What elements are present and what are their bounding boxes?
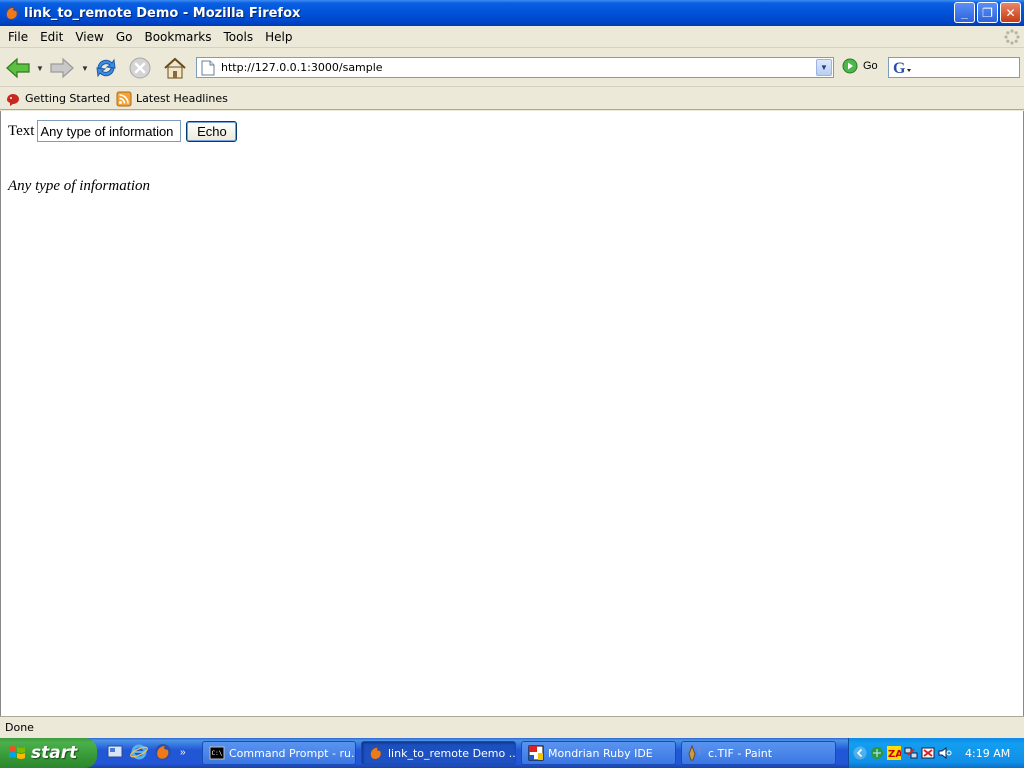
window-title: link_to_remote Demo - Mozilla Firefox [24,5,301,21]
task-command-prompt[interactable]: C:\ Command Prompt - ru... [202,741,356,765]
firefox-icon [369,746,383,760]
back-button[interactable] [3,53,33,83]
paint-icon [688,745,701,761]
menu-view[interactable]: View [69,30,109,44]
menu-edit[interactable]: Edit [34,30,69,44]
command-prompt-icon: C:\ [209,746,225,760]
task-firefox[interactable]: link_to_remote Demo ... [361,741,516,765]
zonealarm-icon[interactable]: ZA [887,746,901,760]
quick-launch: » [106,743,186,761]
search-box[interactable]: G [888,57,1020,78]
quicklaunch-more-button[interactable]: » [180,747,186,758]
go-button[interactable]: Go [842,58,878,74]
bookmark-label: Getting Started [25,92,111,105]
network-tray-icon[interactable] [870,746,884,760]
window-titlebar[interactable]: link_to_remote Demo - Mozilla Firefox _ … [0,0,1024,26]
firefox-icon [5,6,19,20]
bookmark-latest-headlines[interactable]: Latest Headlines [116,91,228,107]
security-center-icon[interactable] [921,746,935,760]
task-label: c.TIF - Paint [708,746,773,760]
minimize-button[interactable]: _ [954,2,975,23]
svg-text:ZA: ZA [888,749,901,760]
url-bar[interactable]: http://127.0.0.1:3000/sample ▼ [196,57,834,78]
forward-arrow-icon [50,57,74,79]
show-hidden-icons-button[interactable] [853,746,867,760]
home-icon [164,57,186,79]
go-arrow-icon [842,58,858,74]
windows-flag-icon [9,746,25,759]
bookmarks-toolbar: Getting Started Latest Headlines [0,88,1024,110]
menu-help[interactable]: Help [259,30,298,44]
network-connection-icon[interactable] [904,746,918,760]
windows-taskbar: start » C:\ Command Prompt - ru... link_… [0,738,1024,768]
status-bar: Done [0,716,1024,738]
forward-history-dropdown[interactable]: ▼ [81,64,89,73]
rss-feed-icon [116,91,132,106]
echo-button[interactable]: Echo [186,120,238,142]
menu-go[interactable]: Go [110,30,139,44]
firefox-bookmark-icon [7,93,19,106]
echo-result-text: Any type of information [8,178,151,194]
menu-tools[interactable]: Tools [218,30,260,44]
back-history-dropdown[interactable]: ▼ [36,64,44,73]
echo-form: Text Echo [8,120,238,142]
menu-file[interactable]: File [2,30,34,44]
system-tray: ZA 4:19 AM [848,738,1024,768]
navigation-toolbar: ▼ ▼ http://127.0.0.1:3000/sample ▼ Go G [0,49,1024,87]
mondrian-icon [528,745,544,761]
task-paint[interactable]: c.TIF - Paint [681,741,836,765]
throbber-icon [1004,29,1020,45]
url-text[interactable]: http://127.0.0.1:3000/sample [221,61,816,74]
stop-button[interactable] [125,53,155,83]
maximize-button[interactable]: ❐ [977,2,998,23]
task-label: Command Prompt - ru... [229,746,356,760]
page-content: Text Echo Any type of information [0,111,1024,716]
bookmark-label: Latest Headlines [136,92,228,105]
forward-button[interactable] [47,53,77,83]
volume-icon[interactable] [938,746,952,760]
go-label: Go [863,60,878,72]
text-input[interactable] [37,120,182,142]
status-text: Done [5,721,34,734]
start-label: start [31,743,78,763]
page-icon [201,60,215,75]
menu-bar: File Edit View Go Bookmarks Tools Help [0,26,1024,48]
task-label: Mondrian Ruby IDE [548,746,653,760]
reload-icon [96,58,116,78]
svg-text:G: G [893,60,906,76]
internet-explorer-icon[interactable] [130,743,148,761]
task-mondrian-ruby-ide[interactable]: Mondrian Ruby IDE [521,741,676,765]
clock[interactable]: 4:19 AM [965,747,1010,760]
task-label: link_to_remote Demo ... [388,746,516,760]
show-desktop-icon[interactable] [106,743,124,761]
text-label: Text [8,122,35,139]
close-button[interactable]: ✕ [1000,2,1021,23]
reload-button[interactable] [91,53,121,83]
url-dropdown-button[interactable]: ▼ [816,59,832,76]
stop-icon [129,57,151,79]
svg-text:C:\: C:\ [212,750,223,757]
back-arrow-icon [6,57,30,79]
home-button[interactable] [160,53,190,83]
firefox-quicklaunch-icon[interactable] [154,743,172,761]
menu-bookmarks[interactable]: Bookmarks [138,30,217,44]
start-button[interactable]: start [0,738,97,768]
bookmark-getting-started[interactable]: Getting Started [5,91,110,107]
google-search-engine-icon[interactable]: G [892,59,914,76]
